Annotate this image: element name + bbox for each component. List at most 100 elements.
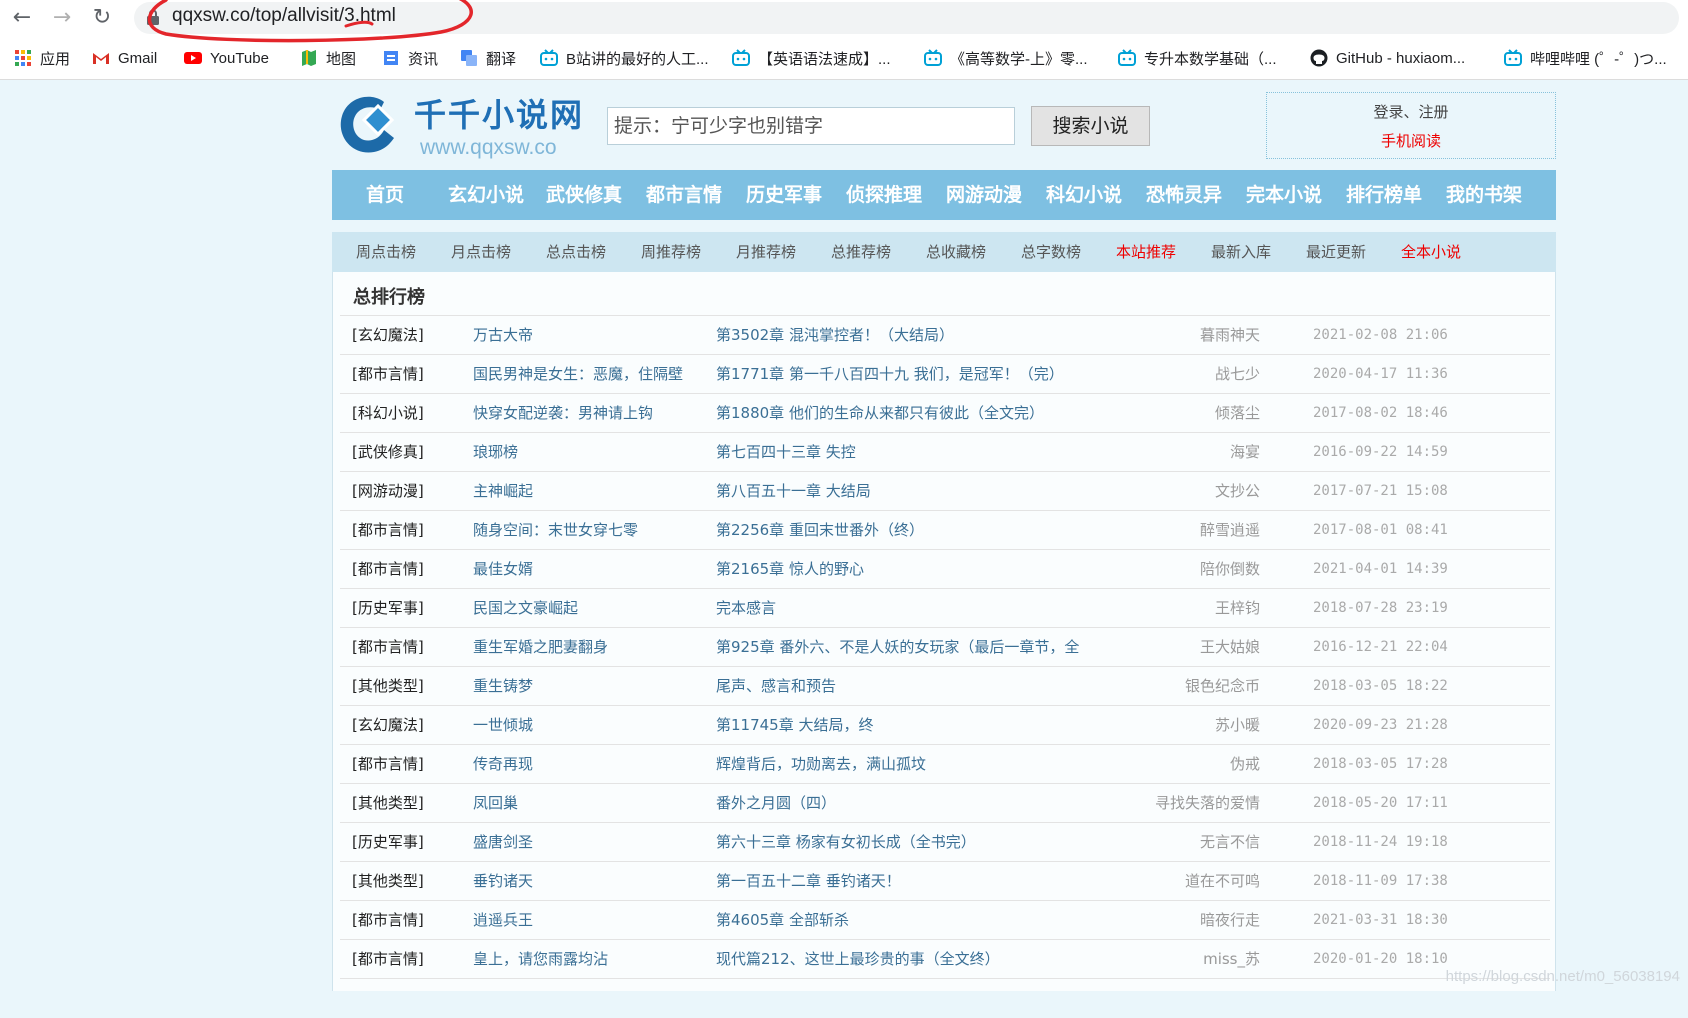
row-category[interactable]: [玄幻魔法] [352, 706, 424, 745]
row-category[interactable]: [都市言情] [352, 550, 424, 589]
bookmark-youtube[interactable]: YouTube [184, 46, 269, 70]
row-category[interactable]: [都市言情] [352, 901, 424, 940]
search-button[interactable]: 搜索小说 [1031, 106, 1150, 146]
row-category[interactable]: [都市言情] [352, 745, 424, 784]
row-book-title[interactable]: 民国之文豪崛起 [473, 589, 578, 628]
tab-total-words[interactable]: 总字数榜 [1021, 232, 1081, 272]
row-category[interactable]: [武侠修真] [352, 433, 424, 472]
nav-paihang[interactable]: 排行榜单 [1346, 170, 1422, 220]
row-latest-chapter[interactable]: 第2256章 重回末世番外（终） [716, 511, 924, 550]
bookmark-gmail[interactable]: Gmail [92, 46, 157, 70]
row-latest-chapter[interactable]: 第3502章 混沌掌控者！（大结局） [716, 316, 954, 355]
nav-kongbu[interactable]: 恐怖灵异 [1146, 170, 1222, 220]
nav-xuanhuan[interactable]: 玄幻小说 [448, 170, 524, 220]
tab-total-click[interactable]: 总点击榜 [546, 232, 606, 272]
row-latest-chapter[interactable]: 第925章 番外六、不是人妖的女玩家（最后一章节，全 [716, 628, 1079, 667]
row-category[interactable]: [其他类型] [352, 667, 424, 706]
bookmark-higher-math[interactable]: 《高等数学-上》零... [924, 46, 1088, 70]
nav-wanben[interactable]: 完本小说 [1246, 170, 1322, 220]
tab-complete[interactable]: 全本小说 [1401, 232, 1461, 272]
site-logo-icon[interactable] [334, 90, 398, 160]
row-latest-chapter[interactable]: 第1771章 第一千八百四十九 我们，是冠军！（完） [716, 355, 1064, 394]
row-book-title[interactable]: 最佳女婿 [473, 550, 533, 589]
row-latest-chapter[interactable]: 第六十三章 杨家有女初长成（全书完） [716, 823, 976, 862]
row-book-title[interactable]: 随身空间：末世女穿七零 [473, 511, 638, 550]
nav-home[interactable]: 首页 [366, 170, 404, 220]
nav-wangyou[interactable]: 网游动漫 [946, 170, 1022, 220]
row-book-title[interactable]: 主神崛起 [473, 472, 533, 511]
row-latest-chapter[interactable]: 第一百五十二章 垂钓诸天！ [716, 862, 901, 901]
row-category[interactable]: [其他类型] [352, 862, 424, 901]
bookmark-translate[interactable]: 翻译 [460, 46, 516, 70]
row-category[interactable]: [都市言情] [352, 511, 424, 550]
row-category[interactable]: [都市言情] [352, 355, 424, 394]
reload-icon[interactable]: ↻ [88, 4, 116, 32]
row-book-title[interactable]: 一世倾城 [473, 706, 533, 745]
row-latest-chapter[interactable]: 第七百四十三章 失控 [716, 433, 856, 472]
row-latest-chapter[interactable]: 完本感言 [716, 589, 776, 628]
row-book-title[interactable]: 琅琊榜 [473, 433, 518, 472]
tab-week-click[interactable]: 周点击榜 [356, 232, 416, 272]
row-latest-chapter[interactable]: 辉煌背后，功勋离去，满山孤坟 [716, 745, 926, 784]
row-latest-chapter[interactable]: 第2165章 惊人的野心 [716, 550, 864, 589]
row-book-title[interactable]: 重生铸梦 [473, 667, 533, 706]
mobile-read-link[interactable]: 手机阅读 [1267, 130, 1555, 151]
nav-wuxia[interactable]: 武侠修真 [546, 170, 622, 220]
tab-site-recommend[interactable]: 本站推荐 [1116, 232, 1176, 272]
apps-grid-icon [15, 50, 31, 66]
search-input[interactable]: 提示：宁可少字也别错字 [607, 107, 1015, 145]
row-latest-chapter[interactable]: 第1880章 他们的生命从来都只有彼此（全文完） [716, 394, 1044, 433]
row-category[interactable]: [其他类型] [352, 784, 424, 823]
bookmark-maps[interactable]: 地图 [300, 46, 356, 70]
back-icon[interactable]: ← [8, 4, 36, 32]
tab-total-recommend[interactable]: 总推荐榜 [831, 232, 891, 272]
bookmark-apps[interactable]: 应用 [14, 46, 70, 70]
row-book-title[interactable]: 快穿女配逆袭：男神请上钩 [473, 394, 653, 433]
nav-zhentan[interactable]: 侦探推理 [846, 170, 922, 220]
table-row: [其他类型] 重生铸梦 尾声、感言和预告 银色纪念币 2018-03-05 18… [340, 666, 1550, 706]
bookmark-bilibili[interactable]: 哔哩哔哩 (゜-゜)つ... [1504, 46, 1667, 70]
table-row: [历史军事] 盛唐剑圣 第六十三章 杨家有女初长成（全书完） 无言不信 2018… [340, 822, 1550, 862]
nav-dushi[interactable]: 都市言情 [646, 170, 722, 220]
row-category[interactable]: [历史军事] [352, 589, 424, 628]
nav-shujia[interactable]: 我的书架 [1446, 170, 1522, 220]
watermark: https://blog.csdn.net/m0_56038194 [1445, 968, 1680, 985]
nav-lishi[interactable]: 历史军事 [746, 170, 822, 220]
row-category[interactable]: [都市言情] [352, 628, 424, 667]
row-latest-chapter[interactable]: 番外之月圆（四） [716, 784, 836, 823]
row-category[interactable]: [历史军事] [352, 823, 424, 862]
row-book-title[interactable]: 垂钓诸天 [473, 862, 533, 901]
bookmark-bilibili-ai[interactable]: B站讲的最好的人工... [540, 46, 709, 70]
row-book-title[interactable]: 皇上，请您雨露均沾 [473, 940, 608, 979]
forward-icon[interactable]: → [48, 4, 76, 32]
tab-recent-update[interactable]: 最近更新 [1306, 232, 1366, 272]
row-latest-chapter[interactable]: 第4605章 全部斩杀 [716, 901, 849, 940]
tab-month-click[interactable]: 月点击榜 [451, 232, 511, 272]
tab-week-recommend[interactable]: 周推荐榜 [641, 232, 701, 272]
tab-newest[interactable]: 最新入库 [1211, 232, 1271, 272]
row-latest-chapter[interactable]: 第八百五十一章 大结局 [716, 472, 871, 511]
row-category[interactable]: [网游动漫] [352, 472, 424, 511]
login-register-link[interactable]: 登录、注册 [1267, 101, 1555, 122]
bookmark-news[interactable]: 资讯 [382, 46, 438, 70]
row-latest-chapter[interactable]: 第11745章 大结局，终 [716, 706, 874, 745]
row-book-title[interactable]: 国民男神是女生：恶魔，住隔壁 [473, 355, 683, 394]
tab-month-recommend[interactable]: 月推荐榜 [736, 232, 796, 272]
row-book-title[interactable]: 传奇再现 [473, 745, 533, 784]
row-book-title[interactable]: 逍遥兵王 [473, 901, 533, 940]
tab-total-favorite[interactable]: 总收藏榜 [926, 232, 986, 272]
row-category[interactable]: [玄幻魔法] [352, 316, 424, 355]
row-category[interactable]: [都市言情] [352, 940, 424, 979]
bookmark-math-basics[interactable]: 专升本数学基础（... [1118, 46, 1277, 70]
row-latest-chapter[interactable]: 尾声、感言和预告 [716, 667, 836, 706]
site-name[interactable]: 千千小说网 [414, 90, 584, 136]
row-book-title[interactable]: 凤回巢 [473, 784, 518, 823]
bookmark-github[interactable]: GitHub - huxiaom... [1310, 46, 1465, 70]
row-latest-chapter[interactable]: 现代篇212、这世上最珍贵的事（全文终） [716, 940, 1000, 979]
row-book-title[interactable]: 盛唐剑圣 [473, 823, 533, 862]
row-category[interactable]: [科幻小说] [352, 394, 424, 433]
row-book-title[interactable]: 重生军婚之肥妻翻身 [473, 628, 608, 667]
bookmark-english-grammar[interactable]: 【英语语法速成】... [732, 46, 891, 70]
row-book-title[interactable]: 万古大帝 [473, 316, 533, 355]
nav-kehuan[interactable]: 科幻小说 [1046, 170, 1122, 220]
